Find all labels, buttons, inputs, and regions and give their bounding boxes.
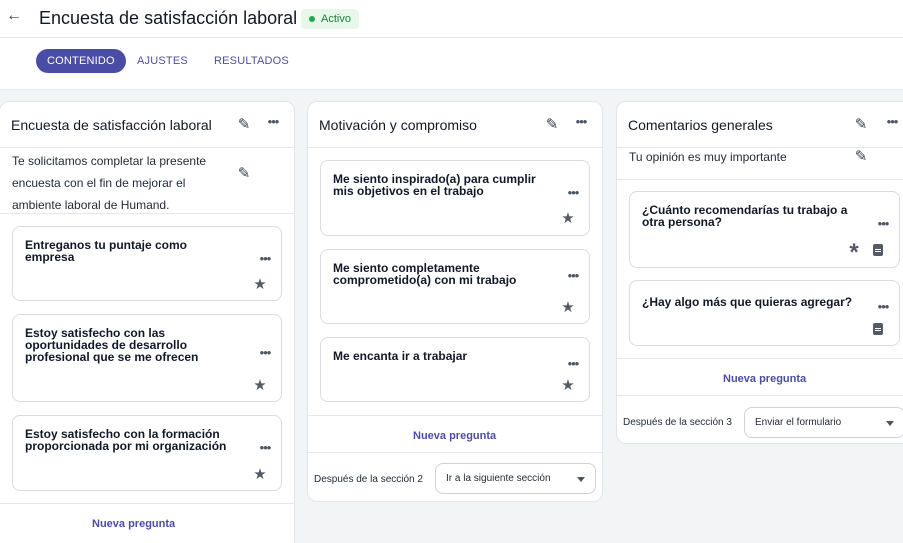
- question-card[interactable]: ¿Hay algo más que quieras agregar? •••: [629, 280, 900, 346]
- document-icon[interactable]: [873, 244, 883, 256]
- question-text: Estoy satisfecho con la formación propor…: [25, 428, 226, 452]
- section-header: Comentarios generales ✎ •••: [617, 102, 903, 148]
- section-title: Comentarios generales: [628, 117, 773, 133]
- more-options-icon[interactable]: •••: [565, 186, 581, 204]
- page-title: Encuesta de satisfacción laboral: [39, 8, 298, 28]
- question-card[interactable]: Entreganos tu puntaje como empresa ••• ★: [12, 226, 282, 301]
- more-options-icon[interactable]: •••: [265, 115, 281, 133]
- question-card[interactable]: Estoy satisfecho con las oportunidades d…: [12, 314, 282, 402]
- question-line: otra persona?: [642, 215, 723, 229]
- after-section-label: Después de la sección 3: [623, 417, 732, 428]
- question-text: Me encanta ir a trabajar: [333, 350, 467, 362]
- question-card[interactable]: Estoy satisfecho con la formación propor…: [12, 415, 282, 491]
- question-line: ¿Hay algo más que quieras agregar?: [642, 295, 853, 309]
- question-card[interactable]: Me siento inspirado(a) para cumplir mis …: [320, 160, 590, 236]
- select-value: Ir a la siguiente sección: [446, 473, 551, 484]
- tab-ajustes[interactable]: AJUSTES: [137, 49, 188, 73]
- question-line: comprometido(a) con mi trabajo: [333, 273, 517, 287]
- question-line: proporcionada por mi organización: [25, 439, 227, 453]
- question-card[interactable]: Me siento completamente comprometido(a) …: [320, 249, 590, 324]
- more-options-icon[interactable]: •••: [257, 252, 273, 270]
- section-header: Motivación y compromiso ✎ •••: [308, 102, 602, 148]
- star-icon[interactable]: ★: [252, 277, 268, 293]
- section-card: Encuesta de satisfacción laboral ✎ ••• T…: [0, 101, 295, 543]
- section-title: Encuesta de satisfacción laboral: [11, 117, 212, 133]
- next-section-select[interactable]: Enviar el formulario: [744, 407, 903, 438]
- status-dot-icon: [309, 16, 315, 22]
- after-section-label: Después de la sección 2: [314, 474, 423, 485]
- question-card[interactable]: Me encanta ir a trabajar ••• ★: [320, 337, 590, 402]
- tab-bar: CONTENIDO AJUSTES RESULTADOS: [0, 38, 903, 90]
- new-question-button[interactable]: Nueva pregunta: [723, 373, 806, 385]
- divider: [308, 415, 602, 416]
- new-question-button[interactable]: Nueva pregunta: [413, 430, 496, 442]
- question-line: profesional que se me ofrecen: [25, 350, 199, 364]
- section-header: Encuesta de satisfacción laboral ✎ •••: [0, 102, 294, 148]
- question-line: empresa: [25, 250, 75, 264]
- more-options-icon[interactable]: •••: [875, 217, 891, 235]
- divider: [617, 358, 903, 359]
- top-header: ← Encuesta de satisfacción laboral Activ…: [0, 0, 903, 38]
- more-options-icon[interactable]: •••: [884, 115, 900, 133]
- star-icon[interactable]: ★: [252, 467, 268, 483]
- star-icon[interactable]: ★: [560, 300, 576, 316]
- question-text: ¿Hay algo más que quieras agregar?: [642, 296, 852, 308]
- document-icon[interactable]: [873, 323, 883, 335]
- question-line: mis objetivos en el trabajo: [333, 184, 484, 198]
- select-value: Enviar el formulario: [755, 417, 842, 428]
- status-badge: Activo: [301, 9, 359, 29]
- section-title: Motivación y compromiso: [319, 117, 477, 133]
- more-options-icon[interactable]: •••: [565, 357, 581, 375]
- divider: [0, 503, 294, 504]
- star-icon[interactable]: ★: [252, 378, 268, 394]
- more-options-icon[interactable]: •••: [257, 441, 273, 459]
- divider: [617, 395, 903, 396]
- divider: [308, 452, 602, 453]
- status-label: Activo: [321, 13, 351, 25]
- edit-description-icon[interactable]: ✎: [853, 149, 869, 165]
- new-question-button[interactable]: Nueva pregunta: [92, 518, 175, 530]
- question-text: Me siento inspirado(a) para cumplir mis …: [333, 173, 536, 197]
- edit-icon[interactable]: ✎: [853, 117, 869, 133]
- more-options-icon[interactable]: •••: [875, 300, 891, 318]
- question-text: Me siento completamente comprometido(a) …: [333, 262, 516, 286]
- tab-contenido[interactable]: CONTENIDO: [36, 49, 126, 73]
- chevron-down-icon: [886, 421, 894, 426]
- question-text: ¿Cuánto recomendarías tu trabajo a otra …: [642, 204, 847, 228]
- more-options-icon[interactable]: •••: [573, 115, 589, 133]
- question-line: Me encanta ir a trabajar: [333, 349, 468, 363]
- section-description: Te solicitamos completar la presente enc…: [12, 150, 206, 216]
- star-icon[interactable]: ★: [560, 211, 576, 227]
- question-card[interactable]: ¿Cuánto recomendarías tu trabajo a otra …: [629, 191, 900, 268]
- description-line: Tu opinión es muy importante: [629, 150, 787, 164]
- section-card: Comentarios generales ✎ ••• Tu opinión e…: [616, 101, 903, 444]
- description-line: encuesta con el fin de mejorar el: [12, 176, 186, 190]
- star-icon[interactable]: ★: [560, 378, 576, 394]
- divider: [617, 179, 903, 180]
- edit-icon[interactable]: ✎: [544, 117, 560, 133]
- more-options-icon[interactable]: •••: [257, 346, 273, 364]
- next-section-select[interactable]: Ir a la siguiente sección: [435, 463, 596, 494]
- required-asterisk-icon[interactable]: *: [846, 241, 862, 265]
- description-line: Te solicitamos completar la presente: [12, 154, 207, 168]
- divider: [0, 213, 294, 214]
- section-description: Tu opinión es muy importante: [629, 146, 787, 168]
- edit-icon[interactable]: ✎: [236, 117, 252, 133]
- arrow-left-icon[interactable]: ←: [6, 7, 22, 24]
- tab-resultados[interactable]: RESULTADOS: [214, 49, 289, 73]
- section-card: Motivación y compromiso ✎ ••• Me siento …: [307, 101, 603, 502]
- question-text: Entreganos tu puntaje como empresa: [25, 239, 187, 263]
- edit-description-icon[interactable]: ✎: [236, 166, 252, 182]
- chevron-down-icon: [577, 477, 585, 482]
- more-options-icon[interactable]: •••: [565, 269, 581, 287]
- question-text: Estoy satisfecho con las oportunidades d…: [25, 327, 198, 363]
